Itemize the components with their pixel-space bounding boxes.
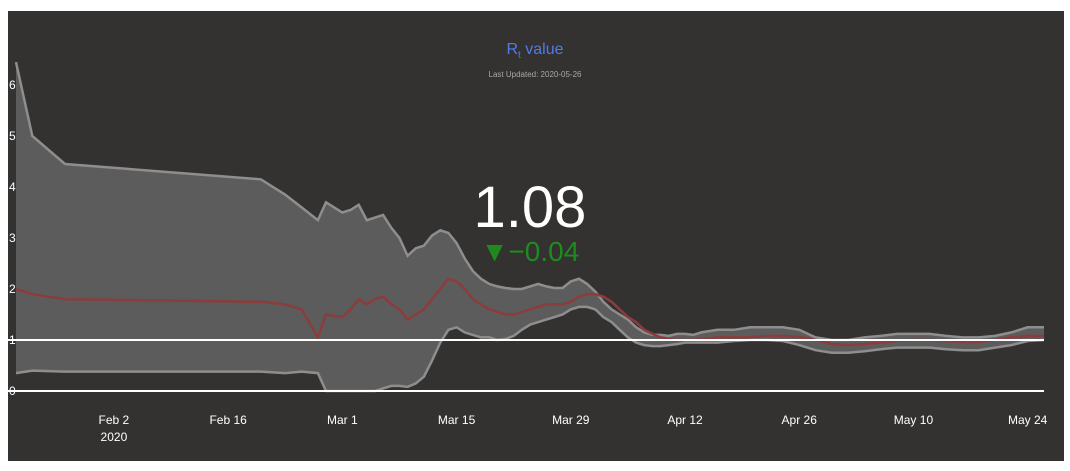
down-triangle-icon: ▼ bbox=[480, 236, 509, 267]
chart-title-main: R bbox=[506, 41, 519, 58]
last-updated-label: Last Updated: 2020-05-26 bbox=[488, 70, 582, 79]
y-tick-label: 6 bbox=[9, 78, 16, 92]
y-tick-label: 2 bbox=[9, 282, 16, 296]
chart-title-suffix: value bbox=[520, 41, 564, 58]
x-tick-label: Feb 2 bbox=[99, 413, 130, 427]
x-tick-label: May 10 bbox=[894, 413, 934, 427]
y-tick-label: 0 bbox=[9, 384, 16, 398]
y-tick-label: 5 bbox=[9, 129, 16, 143]
x-tick-sublabel: 2020 bbox=[101, 430, 128, 444]
rt-change-value: −0.04 bbox=[508, 236, 580, 267]
current-rt-value: 1.08 bbox=[473, 175, 587, 240]
x-tick-label: Apr 26 bbox=[782, 413, 818, 427]
chart-title: Rt value bbox=[0, 41, 1070, 61]
x-tick-label: Apr 12 bbox=[667, 413, 703, 427]
x-tick-label: Mar 15 bbox=[438, 413, 476, 427]
x-tick-label: May 24 bbox=[1008, 413, 1048, 427]
y-tick-label: 4 bbox=[9, 180, 16, 194]
y-tick-label: 3 bbox=[9, 231, 16, 245]
rt-change-badge: ▼−0.04 bbox=[430, 236, 630, 268]
x-tick-label: Mar 1 bbox=[327, 413, 358, 427]
x-tick-label: Mar 29 bbox=[552, 413, 590, 427]
y-tick-label: 1 bbox=[9, 333, 16, 347]
x-tick-label: Feb 16 bbox=[209, 413, 247, 427]
